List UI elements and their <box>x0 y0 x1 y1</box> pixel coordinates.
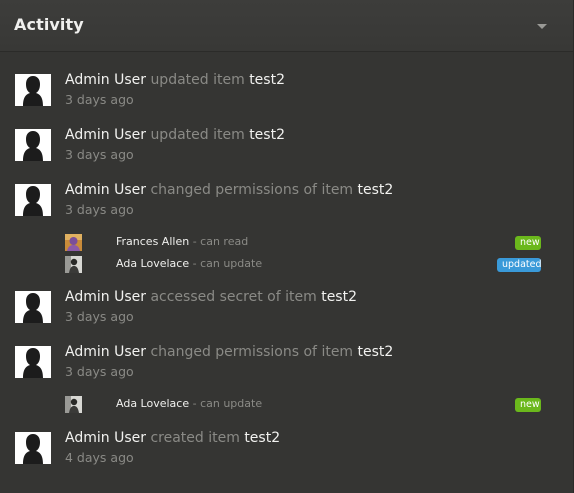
timestamp: 3 days ago <box>65 147 134 162</box>
action-text: changed permissions of item <box>150 182 354 198</box>
timestamp: 3 days ago <box>65 309 134 324</box>
actor-name[interactable]: Admin User <box>65 344 146 360</box>
panel-title: Activity <box>14 15 84 34</box>
item-link[interactable]: test2 <box>249 127 285 143</box>
timestamp: 3 days ago <box>65 92 134 107</box>
user-name[interactable]: Ada Lovelace <box>116 257 189 270</box>
status-badge: new <box>515 236 541 250</box>
avatar[interactable] <box>15 291 51 323</box>
action-text: changed permissions of item <box>150 344 354 360</box>
avatar[interactable] <box>15 346 51 378</box>
permission-text: - can update <box>192 257 263 270</box>
permission-change-row: Ada Lovelace - can update updated <box>0 256 573 274</box>
panel-header: Activity <box>0 0 573 52</box>
permission-change-row: Frances Allen - can read new <box>0 234 573 252</box>
action-text: updated item <box>150 72 245 88</box>
avatar[interactable] <box>15 129 51 161</box>
status-badge: new <box>515 398 541 412</box>
item-link[interactable]: test2 <box>321 289 357 305</box>
timestamp: 3 days ago <box>65 364 134 379</box>
avatar[interactable] <box>15 184 51 216</box>
actor-name[interactable]: Admin User <box>65 127 146 143</box>
avatar[interactable] <box>15 74 51 106</box>
actor-name[interactable]: Admin User <box>65 289 146 305</box>
chevron-down-icon[interactable] <box>532 20 552 34</box>
item-link[interactable]: test2 <box>358 182 394 198</box>
timestamp: 3 days ago <box>65 202 134 217</box>
permission-text: - can update <box>192 397 263 410</box>
avatar[interactable] <box>65 234 82 251</box>
avatar[interactable] <box>15 432 51 464</box>
avatar[interactable] <box>65 396 82 413</box>
activity-panel: Activity Admin User updated item test2 3… <box>0 0 574 493</box>
actor-name[interactable]: Admin User <box>65 72 146 88</box>
user-name[interactable]: Ada Lovelace <box>116 397 189 410</box>
permission-change-row: Ada Lovelace - can update new <box>0 396 573 414</box>
action-text: updated item <box>150 127 245 143</box>
timestamp: 4 days ago <box>65 450 134 465</box>
actor-name[interactable]: Admin User <box>65 430 146 446</box>
user-name[interactable]: Frances Allen <box>116 235 189 248</box>
permission-text: - can read <box>192 235 249 248</box>
action-text: created item <box>150 430 240 446</box>
status-badge: updated <box>497 258 542 272</box>
action-text: accessed secret of item <box>150 289 317 305</box>
actor-name[interactable]: Admin User <box>65 182 146 198</box>
avatar[interactable] <box>65 256 82 273</box>
item-link[interactable]: test2 <box>244 430 280 446</box>
item-link[interactable]: test2 <box>358 344 394 360</box>
item-link[interactable]: test2 <box>249 72 285 88</box>
